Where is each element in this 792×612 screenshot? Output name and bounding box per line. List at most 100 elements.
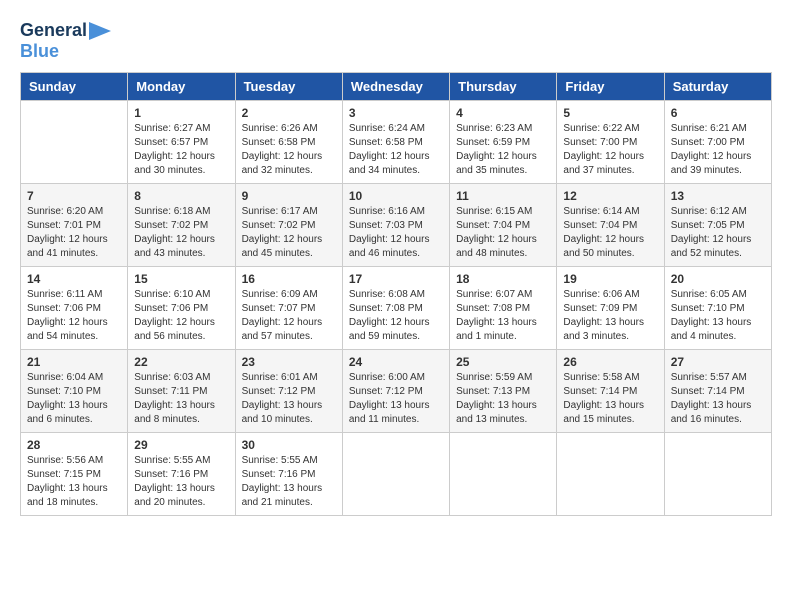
header-cell-wednesday: Wednesday: [342, 73, 449, 101]
day-cell: [21, 101, 128, 184]
day-detail: Sunrise: 6:00 AM Sunset: 7:12 PM Dayligh…: [349, 371, 443, 427]
week-row-5: 28Sunrise: 5:56 AM Sunset: 7:15 PM Dayli…: [21, 433, 772, 516]
day-cell: 22 Sunrise: 6:03 AM Sunset: 7:11 PM Dayli…: [128, 350, 235, 433]
day-detail: Sunrise: 6:08 AM Sunset: 7:08 PM Dayligh…: [349, 288, 443, 344]
day-number: 5: [563, 106, 657, 120]
day-cell: 12 Sunrise: 6:14 AM Sunset: 7:04 PM Dayli…: [557, 184, 664, 267]
day-detail: Sunrise: 6:20 AM Sunset: 7:01 PM Dayligh…: [27, 205, 121, 261]
day-cell: 2 Sunrise: 6:26 AM Sunset: 6:58 PM Daylig…: [235, 101, 342, 184]
day-number: 30: [242, 438, 336, 452]
day-detail: Sunrise: 6:11 AM Sunset: 7:06 PM Dayligh…: [27, 288, 121, 344]
day-cell: 17Sunrise: 6:08 AM Sunset: 7:08 PM Dayli…: [342, 267, 449, 350]
day-cell: 16Sunrise: 6:09 AM Sunset: 7:07 PM Dayli…: [235, 267, 342, 350]
day-detail: Sunrise: 6:17 AM Sunset: 7:02 PM Dayligh…: [242, 205, 336, 261]
day-number: 25: [456, 355, 550, 369]
day-detail: Sunrise: 6:04 AM Sunset: 7:10 PM Dayligh…: [27, 371, 121, 427]
header-cell-thursday: Thursday: [450, 73, 557, 101]
day-number: 14: [27, 272, 121, 286]
header: General Blue: [20, 20, 772, 62]
day-detail: Sunrise: 6:01 AM Sunset: 7:12 PM Dayligh…: [242, 371, 336, 427]
week-row-3: 14 Sunrise: 6:11 AM Sunset: 7:06 PM Dayli…: [21, 267, 772, 350]
day-number: 22: [134, 355, 228, 369]
day-detail: Sunrise: 6:14 AM Sunset: 7:04 PM Dayligh…: [563, 205, 657, 261]
day-detail: Sunrise: 6:21 AM Sunset: 7:00 PM Dayligh…: [671, 122, 765, 178]
header-row: SundayMondayTuesdayWednesdayThursdayFrid…: [21, 73, 772, 101]
header-cell-friday: Friday: [557, 73, 664, 101]
day-detail: Sunrise: 6:27 AM Sunset: 6:57 PM Dayligh…: [134, 122, 228, 178]
day-cell: 7 Sunrise: 6:20 AM Sunset: 7:01 PM Daylig…: [21, 184, 128, 267]
logo-arrow-icon: [89, 22, 111, 40]
day-number: 7: [27, 189, 121, 203]
day-cell: 19 Sunrise: 6:06 AM Sunset: 7:09 PM Dayli…: [557, 267, 664, 350]
day-detail: Sunrise: 6:24 AM Sunset: 6:58 PM Dayligh…: [349, 122, 443, 178]
week-row-2: 7 Sunrise: 6:20 AM Sunset: 7:01 PM Daylig…: [21, 184, 772, 267]
day-number: 6: [671, 106, 765, 120]
day-number: 27: [671, 355, 765, 369]
day-detail: Sunrise: 5:55 AM Sunset: 7:16 PM Dayligh…: [134, 454, 228, 510]
header-cell-sunday: Sunday: [21, 73, 128, 101]
header-cell-saturday: Saturday: [664, 73, 771, 101]
day-detail: Sunrise: 6:05 AM Sunset: 7:10 PM Dayligh…: [671, 288, 765, 344]
day-cell: 25 Sunrise: 5:59 AM Sunset: 7:13 PM Dayli…: [450, 350, 557, 433]
day-cell: [664, 433, 771, 516]
day-detail: Sunrise: 6:23 AM Sunset: 6:59 PM Dayligh…: [456, 122, 550, 178]
day-number: 10: [349, 189, 443, 203]
week-row-4: 21Sunrise: 6:04 AM Sunset: 7:10 PM Dayli…: [21, 350, 772, 433]
day-cell: 24 Sunrise: 6:00 AM Sunset: 7:12 PM Dayli…: [342, 350, 449, 433]
day-cell: 30 Sunrise: 5:55 AM Sunset: 7:16 PM Dayli…: [235, 433, 342, 516]
day-number: 3: [349, 106, 443, 120]
day-number: 26: [563, 355, 657, 369]
day-cell: 3 Sunrise: 6:24 AM Sunset: 6:58 PM Daylig…: [342, 101, 449, 184]
day-number: 23: [242, 355, 336, 369]
day-number: 9: [242, 189, 336, 203]
day-number: 4: [456, 106, 550, 120]
day-number: 13: [671, 189, 765, 203]
day-detail: Sunrise: 5:55 AM Sunset: 7:16 PM Dayligh…: [242, 454, 336, 510]
calendar: SundayMondayTuesdayWednesdayThursdayFrid…: [20, 72, 772, 516]
day-detail: Sunrise: 6:07 AM Sunset: 7:08 PM Dayligh…: [456, 288, 550, 344]
header-cell-tuesday: Tuesday: [235, 73, 342, 101]
day-cell: 15 Sunrise: 6:10 AM Sunset: 7:06 PM Dayli…: [128, 267, 235, 350]
day-cell: 21Sunrise: 6:04 AM Sunset: 7:10 PM Dayli…: [21, 350, 128, 433]
header-cell-monday: Monday: [128, 73, 235, 101]
day-detail: Sunrise: 6:26 AM Sunset: 6:58 PM Dayligh…: [242, 122, 336, 178]
day-cell: 29Sunrise: 5:55 AM Sunset: 7:16 PM Dayli…: [128, 433, 235, 516]
day-number: 15: [134, 272, 228, 286]
day-detail: Sunrise: 5:59 AM Sunset: 7:13 PM Dayligh…: [456, 371, 550, 427]
day-number: 24: [349, 355, 443, 369]
day-number: 2: [242, 106, 336, 120]
day-detail: Sunrise: 6:03 AM Sunset: 7:11 PM Dayligh…: [134, 371, 228, 427]
day-detail: Sunrise: 6:16 AM Sunset: 7:03 PM Dayligh…: [349, 205, 443, 261]
day-number: 11: [456, 189, 550, 203]
day-cell: 5 Sunrise: 6:22 AM Sunset: 7:00 PM Daylig…: [557, 101, 664, 184]
day-cell: 10 Sunrise: 6:16 AM Sunset: 7:03 PM Dayli…: [342, 184, 449, 267]
day-cell: 4 Sunrise: 6:23 AM Sunset: 6:59 PM Daylig…: [450, 101, 557, 184]
day-cell: 11 Sunrise: 6:15 AM Sunset: 7:04 PM Dayli…: [450, 184, 557, 267]
logo-text-general: General: [20, 20, 87, 41]
day-cell: 8Sunrise: 6:18 AM Sunset: 7:02 PM Daylig…: [128, 184, 235, 267]
day-detail: Sunrise: 6:06 AM Sunset: 7:09 PM Dayligh…: [563, 288, 657, 344]
day-cell: 14 Sunrise: 6:11 AM Sunset: 7:06 PM Dayli…: [21, 267, 128, 350]
calendar-header: SundayMondayTuesdayWednesdayThursdayFrid…: [21, 73, 772, 101]
day-cell: 26 Sunrise: 5:58 AM Sunset: 7:14 PM Dayli…: [557, 350, 664, 433]
day-detail: Sunrise: 6:10 AM Sunset: 7:06 PM Dayligh…: [134, 288, 228, 344]
day-cell: [450, 433, 557, 516]
day-cell: 27 Sunrise: 5:57 AM Sunset: 7:14 PM Dayli…: [664, 350, 771, 433]
day-number: 12: [563, 189, 657, 203]
day-number: 1: [134, 106, 228, 120]
day-detail: Sunrise: 6:18 AM Sunset: 7:02 PM Dayligh…: [134, 205, 228, 261]
day-detail: Sunrise: 5:58 AM Sunset: 7:14 PM Dayligh…: [563, 371, 657, 427]
day-number: 20: [671, 272, 765, 286]
logo: General Blue: [20, 20, 115, 62]
week-row-1: 1 Sunrise: 6:27 AM Sunset: 6:57 PM Daylig…: [21, 101, 772, 184]
day-detail: Sunrise: 6:22 AM Sunset: 7:00 PM Dayligh…: [563, 122, 657, 178]
day-detail: Sunrise: 6:15 AM Sunset: 7:04 PM Dayligh…: [456, 205, 550, 261]
calendar-body: 1 Sunrise: 6:27 AM Sunset: 6:57 PM Daylig…: [21, 101, 772, 516]
logo-text-blue: Blue: [20, 41, 59, 62]
day-cell: 9 Sunrise: 6:17 AM Sunset: 7:02 PM Daylig…: [235, 184, 342, 267]
day-cell: [342, 433, 449, 516]
day-number: 16: [242, 272, 336, 286]
day-cell: 28Sunrise: 5:56 AM Sunset: 7:15 PM Dayli…: [21, 433, 128, 516]
day-detail: Sunrise: 5:57 AM Sunset: 7:14 PM Dayligh…: [671, 371, 765, 427]
day-number: 19: [563, 272, 657, 286]
